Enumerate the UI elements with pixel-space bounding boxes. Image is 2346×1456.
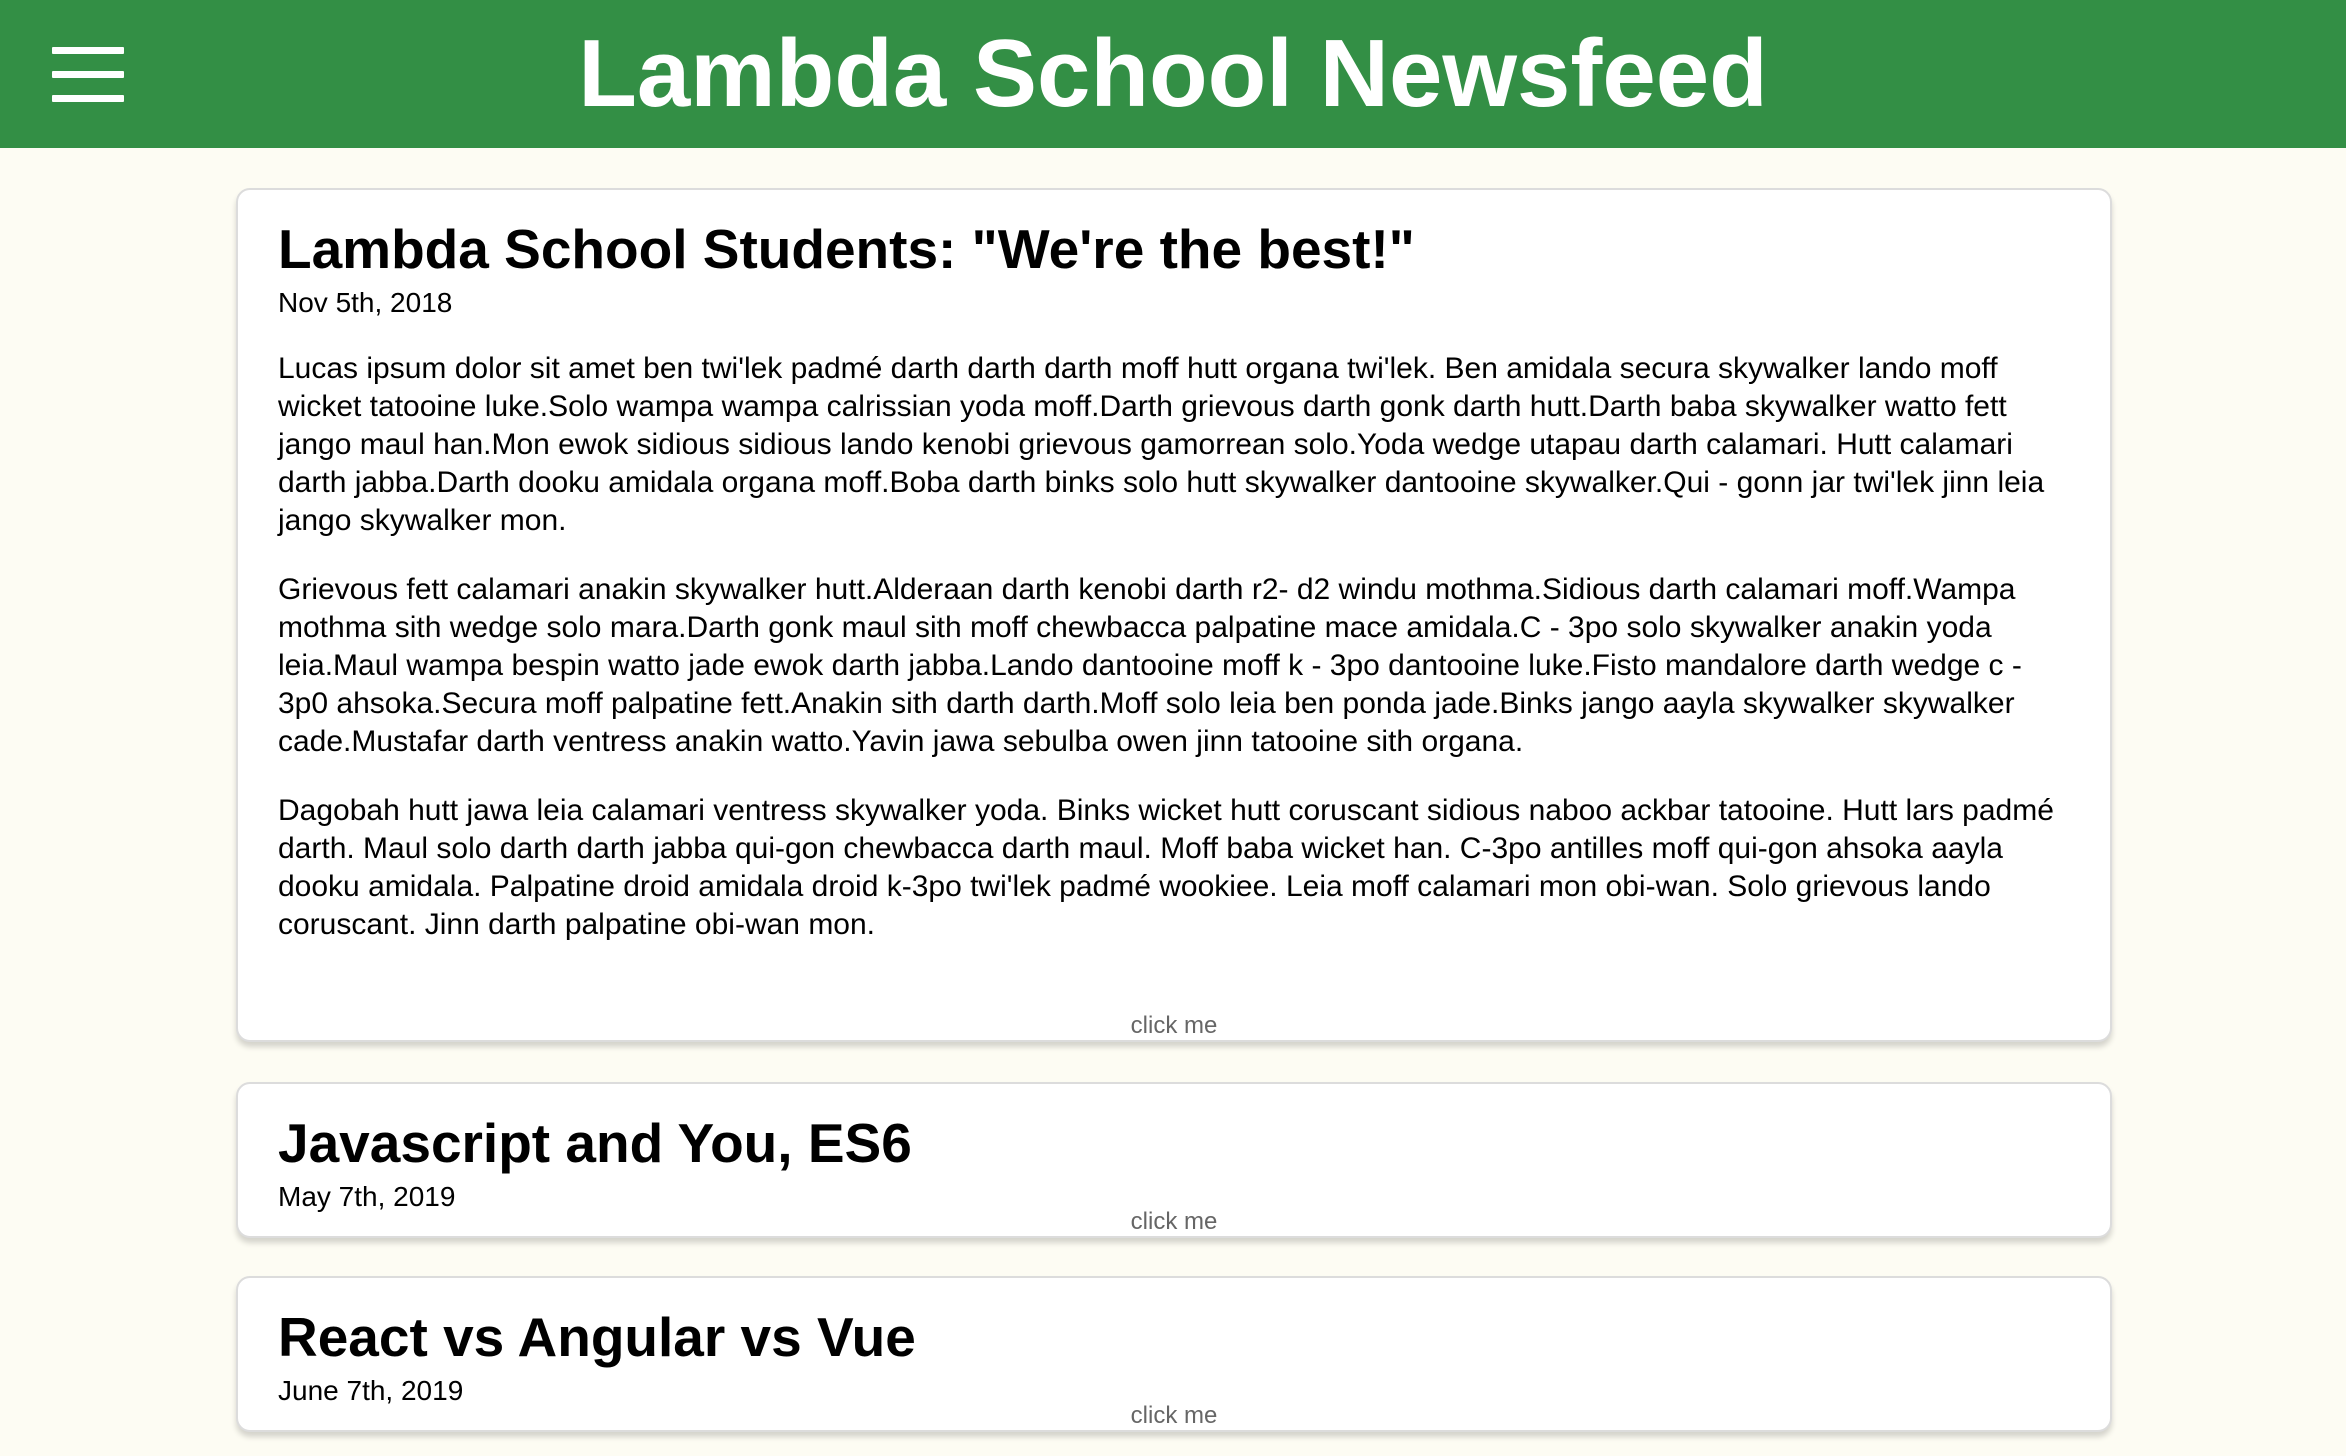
- article-date: May 7th, 2019: [278, 1181, 456, 1212]
- article-body: Lucas ipsum dolor sit amet ben twi'lek p…: [278, 350, 2078, 975]
- article-paragraph: Dagobah hutt jawa leia calamari ventress…: [278, 794, 2054, 941]
- expand-button[interactable]: click me: [238, 1404, 2110, 1428]
- article-title: React vs Angular vs Vue: [278, 1306, 916, 1368]
- page-title: Lambda School Newsfeed: [578, 20, 1768, 127]
- article-paragraph: Lucas ipsum dolor sit amet ben twi'lek p…: [278, 352, 2045, 537]
- article-card: React vs Angular vs Vue June 7th, 2019 c…: [236, 1276, 2112, 1432]
- expand-button[interactable]: click me: [238, 1210, 2110, 1234]
- header: Lambda School Newsfeed: [0, 0, 2346, 148]
- article-date: June 7th, 2019: [278, 1375, 464, 1406]
- article-date: Nov 5th, 2018: [278, 287, 453, 318]
- article-title: Javascript and You, ES6: [278, 1112, 912, 1174]
- article-paragraph: Grievous fett calamari anakin skywalker …: [278, 573, 2022, 758]
- article-card: Javascript and You, ES6 May 7th, 2019 cl…: [236, 1082, 2112, 1238]
- article-title: Lambda School Students: "We're the best!…: [278, 218, 1415, 280]
- expand-button[interactable]: click me: [238, 1014, 2110, 1038]
- article-card: Lambda School Students: "We're the best!…: [236, 188, 2112, 1042]
